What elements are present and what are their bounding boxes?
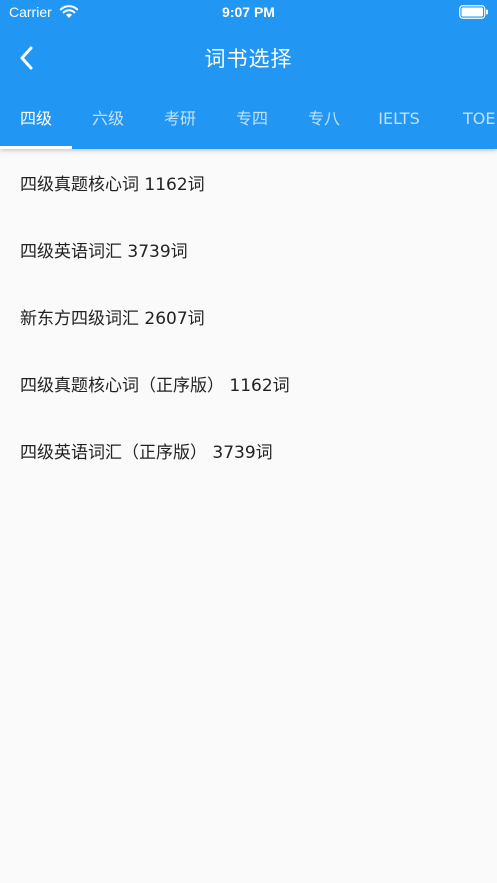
active-tab-indicator: [0, 146, 72, 149]
page-title: 词书选择: [204, 47, 293, 71]
tab-cet4[interactable]: 四级: [0, 96, 72, 149]
tab-kaoyan[interactable]: 考研: [144, 96, 216, 149]
list-item[interactable]: 四级真题核心词（正序版） 1162词: [0, 350, 497, 417]
tab-ielts[interactable]: IELTS: [363, 96, 435, 149]
list-item[interactable]: 四级英语词汇 3739词: [0, 216, 497, 283]
category-tabs: 四级 六级 考研 专四 专八 IELTS TOEFL: [0, 96, 497, 149]
tab-tem8[interactable]: 专八: [288, 96, 360, 149]
tab-tem4[interactable]: 专四: [216, 96, 288, 149]
list-item[interactable]: 新东方四级词汇 2607词: [0, 283, 497, 350]
app-header: Carrier 9:07 PM 词书选择 四级 六级 考研 专四 专八 IELT…: [0, 0, 497, 149]
list-item[interactable]: 四级英语词汇（正序版） 3739词: [0, 417, 497, 484]
list-item[interactable]: 四级真题核心词 1162词: [0, 149, 497, 216]
navigation-bar: 词书选择: [0, 26, 497, 88]
status-bar: Carrier 9:07 PM: [0, 0, 497, 26]
tab-cet6[interactable]: 六级: [72, 96, 144, 149]
word-book-list: 四级真题核心词 1162词 四级英语词汇 3739词 新东方四级词汇 2607词…: [0, 149, 497, 484]
status-time: 9:07 PM: [222, 4, 275, 20]
tab-toefl[interactable]: TOEFL: [438, 96, 497, 149]
battery-icon: [459, 5, 488, 19]
